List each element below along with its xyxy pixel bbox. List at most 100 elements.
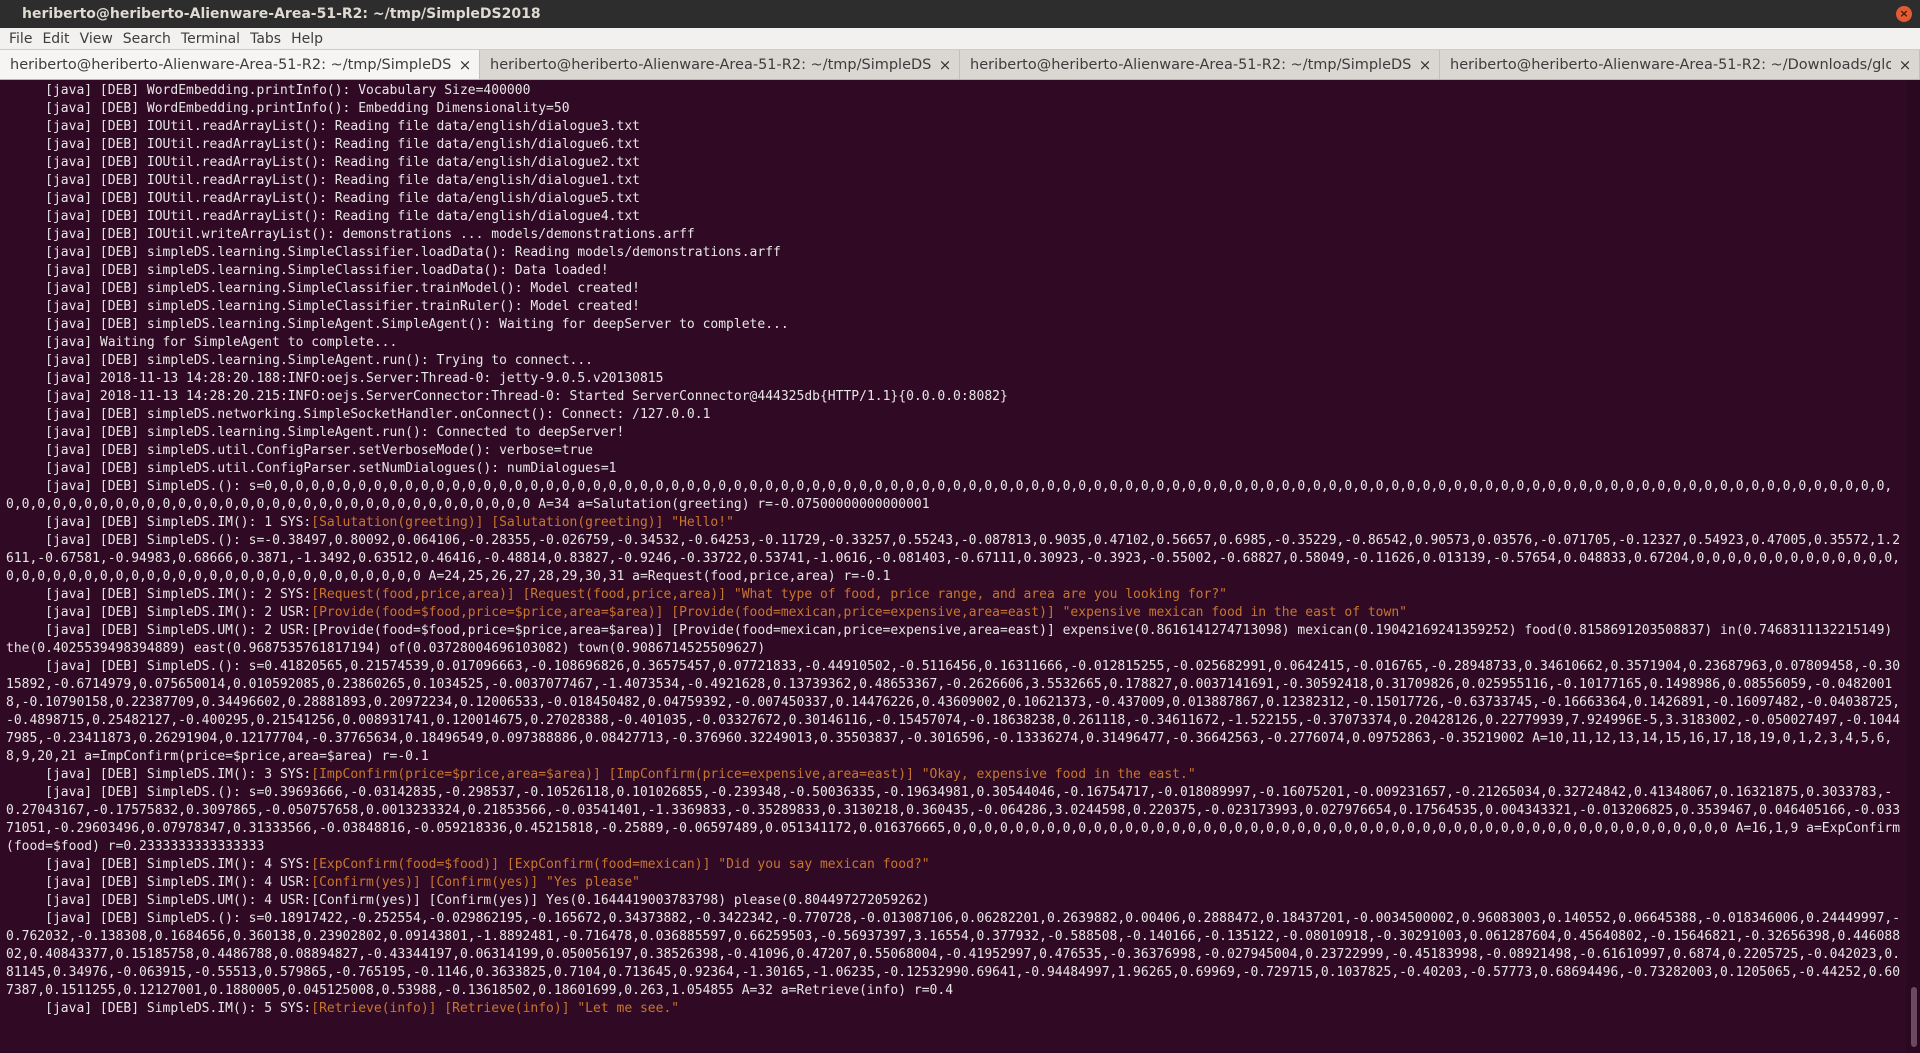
terminal-line: [java] 2018-11-13 14:28:20.188:INFO:oejs… [6,370,1906,388]
dialogue-act-text: [Confirm(yes)] [Confirm(yes)] "Yes pleas… [311,875,640,890]
log-text: [java] [DEB] simpleDS.learning.SimpleCla… [6,263,609,278]
log-text: [java] [DEB] SimpleDS.IM(): 2 USR: [6,605,312,620]
log-text: [java] [DEB] IOUtil.readArrayList(): Rea… [6,155,640,170]
log-text: [java] [DEB] simpleDS.util.ConfigParser.… [6,461,617,476]
log-text: [java] [DEB] SimpleDS.(): s=-0.38497,0.8… [6,533,1901,584]
close-icon[interactable]: × [1897,56,1913,74]
menu-help[interactable]: Help [286,31,328,47]
log-text: [java] [DEB] simpleDS.learning.SimpleCla… [6,299,640,314]
window-close-button[interactable]: × [1896,6,1912,22]
terminal-tab-4[interactable]: heriberto@heriberto-Alienware-Area-51-R2… [1440,50,1920,79]
terminal-line: [java] [DEB] SimpleDS.(): s=0.41820565,0… [6,658,1906,766]
log-text: [java] [DEB] SimpleDS.(): s=0.41820565,0… [6,659,1901,764]
terminal-output[interactable]: [java] [DEB] WordEmbedding.printInfo(): … [0,80,1906,1053]
terminal-line: [java] [DEB] SimpleDS.IM(): 4 USR:[Confi… [6,874,1906,892]
log-text: [java] [DEB] simpleDS.learning.SimpleCla… [6,281,640,296]
log-text: [java] 2018-11-13 14:28:20.215:INFO:oejs… [6,389,1008,404]
scrollbar-thumb[interactable] [1911,987,1917,1047]
terminal-tab-1[interactable]: heriberto@heriberto-Alienware-Area-51-R2… [0,50,480,79]
terminal-line: [java] [DEB] simpleDS.learning.SimpleCla… [6,262,1906,280]
log-text: [java] [DEB] simpleDS.learning.SimpleAge… [6,353,594,368]
close-icon: × [1899,7,1909,20]
menu-view[interactable]: View [75,31,118,47]
log-text: [java] Waiting for SimpleAgent to comple… [6,335,398,350]
menu-bar: File Edit View Search Terminal Tabs Help [0,28,1920,50]
tab-bar: heriberto@heriberto-Alienware-Area-51-R2… [0,50,1920,80]
terminal-line: [java] [DEB] IOUtil.readArrayList(): Rea… [6,136,1906,154]
log-text: [java] [DEB] SimpleDS.(): s=0.39693666,-… [6,785,1901,854]
log-text: [java] [DEB] simpleDS.util.ConfigParser.… [6,443,594,458]
log-text: [java] [DEB] simpleDS.learning.SimpleCla… [6,245,781,260]
terminal-line: [java] [DEB] IOUtil.readArrayList(): Rea… [6,208,1906,226]
menu-tabs[interactable]: Tabs [245,31,286,47]
terminal-scrollbar[interactable] [1906,80,1920,1053]
terminal-line: [java] [DEB] IOUtil.readArrayList(): Rea… [6,172,1906,190]
log-text: [java] [DEB] SimpleDS.IM(): 1 SYS: [6,515,312,530]
terminal-line: [java] [DEB] simpleDS.learning.SimpleAge… [6,424,1906,442]
log-text: [java] [DEB] WordEmbedding.printInfo(): … [6,83,531,98]
log-text: [java] [DEB] simpleDS.learning.SimpleAge… [6,317,789,332]
log-text: [java] [DEB] SimpleDS.(): s=0.18917422,-… [6,911,1901,998]
log-text: [java] [DEB] IOUtil.readArrayList(): Rea… [6,173,640,188]
tab-title: heriberto@heriberto-Alienware-Area-51-R2… [970,56,1411,73]
log-text: [java] [DEB] SimpleDS.IM(): 4 USR: [6,875,312,890]
log-text: [java] [DEB] SimpleDS.IM(): 5 SYS: [6,1001,312,1016]
terminal-line: [java] [DEB] simpleDS.learning.SimpleAge… [6,316,1906,334]
terminal-line: [java] [DEB] simpleDS.learning.SimpleCla… [6,298,1906,316]
log-text: [java] [DEB] IOUtil.readArrayList(): Rea… [6,209,640,224]
terminal-line: [java] [DEB] SimpleDS.(): s=0.18917422,-… [6,910,1906,1000]
terminal-line: [java] [DEB] IOUtil.writeArrayList(): de… [6,226,1906,244]
log-text: [java] [DEB] SimpleDS.IM(): 2 SYS: [6,587,312,602]
terminal-line: [java] [DEB] SimpleDS.(): s=0.39693666,-… [6,784,1906,856]
tab-title: heriberto@heriberto-Alienware-Area-51-R2… [490,56,931,73]
terminal-line: [java] [DEB] WordEmbedding.printInfo(): … [6,100,1906,118]
terminal-line: [java] 2018-11-13 14:28:20.215:INFO:oejs… [6,388,1906,406]
terminal-line: [java] [DEB] SimpleDS.IM(): 3 SYS:[ImpCo… [6,766,1906,784]
menu-edit[interactable]: Edit [37,31,74,47]
tab-title: heriberto@heriberto-Alienware-Area-51-R2… [10,56,451,73]
terminal-tab-3[interactable]: heriberto@heriberto-Alienware-Area-51-R2… [960,50,1440,79]
terminal-tab-2[interactable]: heriberto@heriberto-Alienware-Area-51-R2… [480,50,960,79]
terminal-line: [java] [DEB] SimpleDS.IM(): 4 SYS:[ExpCo… [6,856,1906,874]
terminal-line: [java] [DEB] IOUtil.readArrayList(): Rea… [6,154,1906,172]
dialogue-act-text: [Provide(food=$food,price=$price,area=$a… [311,605,1407,620]
log-text: [java] [DEB] IOUtil.readArrayList(): Rea… [6,119,640,134]
terminal-line: [java] [DEB] SimpleDS.UM(): 4 USR:[Confi… [6,892,1906,910]
terminal-line: [java] [DEB] simpleDS.util.ConfigParser.… [6,460,1906,478]
log-text: [java] [DEB] SimpleDS.UM(): 4 USR:[Confi… [6,893,930,908]
dialogue-act-text: [Request(food,price,area)] [Request(food… [311,587,1227,602]
terminal-line: [java] [DEB] SimpleDS.(): s=0,0,0,0,0,0,… [6,478,1906,514]
log-text: [java] [DEB] SimpleDS.UM(): 2 USR:[Provi… [6,623,1901,656]
close-icon[interactable]: × [457,56,473,74]
dialogue-act-text: [Retrieve(info)] [Retrieve(info)] "Let m… [311,1001,680,1016]
window-titlebar: heriberto@heriberto-Alienware-Area-51-R2… [0,0,1920,28]
terminal-line: [java] [DEB] SimpleDS.IM(): 1 SYS:[Salut… [6,514,1906,532]
log-text: [java] [DEB] IOUtil.readArrayList(): Rea… [6,191,640,206]
menu-terminal[interactable]: Terminal [176,31,245,47]
log-text: [java] [DEB] simpleDS.networking.SimpleS… [6,407,711,422]
terminal-line: [java] [DEB] simpleDS.learning.SimpleAge… [6,352,1906,370]
close-icon[interactable]: × [937,56,953,74]
dialogue-act-text: [ImpConfirm(price=$price,area=$area)] [I… [311,767,1196,782]
log-text: [java] 2018-11-13 14:28:20.188:INFO:oejs… [6,371,664,386]
log-text: [java] [DEB] SimpleDS.IM(): 4 SYS: [6,857,312,872]
terminal-line: [java] [DEB] SimpleDS.IM(): 2 SYS:[Reque… [6,586,1906,604]
terminal-line: [java] [DEB] simpleDS.learning.SimpleCla… [6,244,1906,262]
menu-file[interactable]: File [4,31,37,47]
dialogue-act-text: [ExpConfirm(food=$food)] [ExpConfirm(foo… [311,857,930,872]
dialogue-act-text: [Salutation(greeting)] [Salutation(greet… [311,515,734,530]
terminal-line: [java] [DEB] SimpleDS.IM(): 5 SYS:[Retri… [6,1000,1906,1018]
log-text: [java] [DEB] SimpleDS.(): s=0,0,0,0,0,0,… [6,479,1893,512]
terminal-line: [java] [DEB] simpleDS.util.ConfigParser.… [6,442,1906,460]
log-text: [java] [DEB] WordEmbedding.printInfo(): … [6,101,570,116]
terminal-line: [java] [DEB] WordEmbedding.printInfo(): … [6,82,1906,100]
menu-search[interactable]: Search [118,31,176,47]
window-title: heriberto@heriberto-Alienware-Area-51-R2… [22,6,541,22]
log-text: [java] [DEB] IOUtil.readArrayList(): Rea… [6,137,640,152]
terminal-line: [java] [DEB] IOUtil.readArrayList(): Rea… [6,118,1906,136]
log-text: [java] [DEB] SimpleDS.IM(): 3 SYS: [6,767,312,782]
close-icon[interactable]: × [1417,56,1433,74]
terminal-line: [java] [DEB] simpleDS.learning.SimpleCla… [6,280,1906,298]
terminal-line: [java] [DEB] SimpleDS.(): s=-0.38497,0.8… [6,532,1906,586]
terminal-line: [java] Waiting for SimpleAgent to comple… [6,334,1906,352]
